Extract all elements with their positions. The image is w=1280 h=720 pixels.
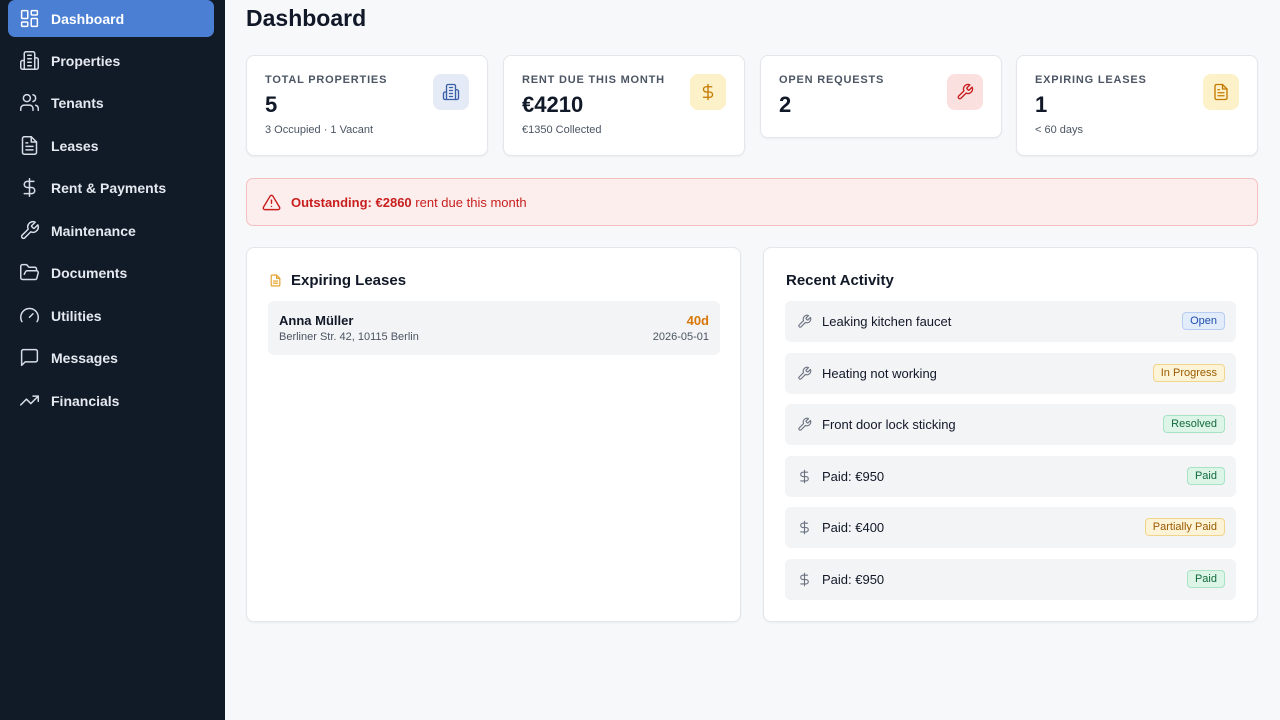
sidebar-item-messages[interactable]: Messages [8,339,214,376]
lease-address: Berliner Str. 42, 10115 Berlin [279,331,419,343]
stat-sub: €1350 Collected [522,124,602,136]
dollar-icon [690,74,726,110]
dollar-icon [18,177,40,199]
warning-icon [261,192,281,212]
outstanding-alert: Outstanding: €2860 rent due this month [246,178,1258,226]
document-icon [269,274,283,288]
sidebar-item-label: Financials [51,392,120,409]
lease-row[interactable]: Anna Müller Berliner Str. 42, 10115 Berl… [268,301,720,355]
building-icon [433,74,469,110]
users-icon [18,92,40,114]
sidebar-item-label: Utilities [51,307,102,324]
activity-row[interactable]: Paid: €400 Partially Paid [785,507,1236,548]
activity-row[interactable]: Front door lock sticking Resolved [785,404,1236,445]
sidebar-item-label: Rent & Payments [51,179,167,196]
activity-row[interactable]: Heating not working In Progress [785,353,1236,394]
alert-text: Outstanding: €2860 rent due this month [291,195,527,210]
sidebar-item-label: Documents [51,264,128,281]
wrench-icon [796,366,812,382]
building-icon [18,50,40,72]
stat-value: €4210 [522,92,584,117]
stat-label: OPEN REQUESTS [779,74,885,86]
dollar-icon [796,520,812,536]
dollar-icon [796,469,812,485]
activity-row[interactable]: Leaking kitchen faucet Open [785,301,1236,342]
stat-value: 5 [265,92,278,117]
activity-row[interactable]: Paid: €950 Paid [785,559,1236,600]
wrench-icon [18,220,40,242]
sidebar: Dashboard Properties Tenants Leases Rent… [0,0,225,720]
stat-card-rent-due: RENT DUE THIS MONTH €4210 €1350 Collecte… [503,55,745,156]
alert-amount: €2860 [375,194,412,210]
stat-label: TOTAL PROPERTIES [265,74,388,86]
status-badge: Paid [1186,570,1225,588]
activity-row[interactable]: Paid: €950 Paid [785,456,1236,497]
sidebar-item-label: Properties [51,52,121,69]
status-badge: Paid [1186,467,1225,485]
sidebar-item-utilities[interactable]: Utilities [8,297,214,334]
sidebar-item-label: Dashboard [51,10,125,27]
activity-text: Leaking kitchen faucet [822,314,952,329]
alert-suffix: rent due this month [415,194,527,210]
panel-title-text: Expiring Leases [291,272,407,289]
stat-value: 2 [779,92,792,117]
sidebar-item-label: Maintenance [51,222,136,239]
lease-end-date: 2026-05-01 [652,331,709,343]
activity-text: Heating not working [822,366,937,381]
activity-text: Paid: €400 [822,520,885,535]
status-badge: Partially Paid [1144,518,1225,536]
alert-prefix: Outstanding: [291,194,372,210]
dashboard-icon [18,8,40,30]
stat-label: RENT DUE THIS MONTH [522,74,665,86]
gauge-icon [18,305,40,327]
folder-icon [18,262,40,284]
sidebar-item-label: Tenants [51,94,104,111]
recent-activity-panel: Recent Activity Leaking kitchen faucet O… [763,247,1258,622]
stat-sub: 3 Occupied · 1 Vacant [265,124,374,136]
stat-card-expiring-leases: EXPIRING LEASES 1 < 60 days [1016,55,1258,156]
document-icon [18,135,40,157]
document-icon [1203,74,1239,110]
sidebar-item-leases[interactable]: Leases [8,127,214,164]
activity-text: Front door lock sticking [822,417,956,432]
wrench-icon [947,74,983,110]
sidebar-item-tenants[interactable]: Tenants [8,84,214,121]
panel-title: Recent Activity [786,272,894,289]
stat-card-total-properties: TOTAL PROPERTIES 5 3 Occupied · 1 Vacant [246,55,488,156]
stat-sub: < 60 days [1035,124,1084,136]
sidebar-item-label: Messages [51,349,118,366]
wrench-icon [796,417,812,433]
stat-value: 1 [1035,92,1048,117]
sidebar-item-dashboard[interactable]: Dashboard [8,0,214,37]
stat-card-open-requests: OPEN REQUESTS 2 [760,55,1002,138]
sidebar-item-properties[interactable]: Properties [8,42,214,79]
sidebar-item-rent-payments[interactable]: Rent & Payments [8,169,214,206]
page-title: Dashboard [246,5,367,31]
wrench-icon [796,314,812,330]
status-badge: Open [1182,312,1225,330]
status-badge: Resolved [1163,415,1225,433]
sidebar-item-label: Leases [51,137,99,154]
activity-text: Paid: €950 [822,469,885,484]
panel-title: Expiring Leases [269,272,406,289]
lease-tenant-name: Anna Müller [279,313,354,328]
message-icon [18,347,40,369]
stat-label: EXPIRING LEASES [1035,74,1147,86]
sidebar-item-documents[interactable]: Documents [8,254,214,291]
activity-text: Paid: €950 [822,572,885,587]
status-badge: In Progress [1152,364,1225,382]
sidebar-item-financials[interactable]: Financials [8,382,214,419]
trending-up-icon [18,390,40,412]
dollar-icon [796,572,812,588]
lease-days-remaining: 40d [686,313,709,328]
expiring-leases-panel: Expiring Leases Anna Müller Berliner Str… [246,247,741,622]
sidebar-item-maintenance[interactable]: Maintenance [8,212,214,249]
